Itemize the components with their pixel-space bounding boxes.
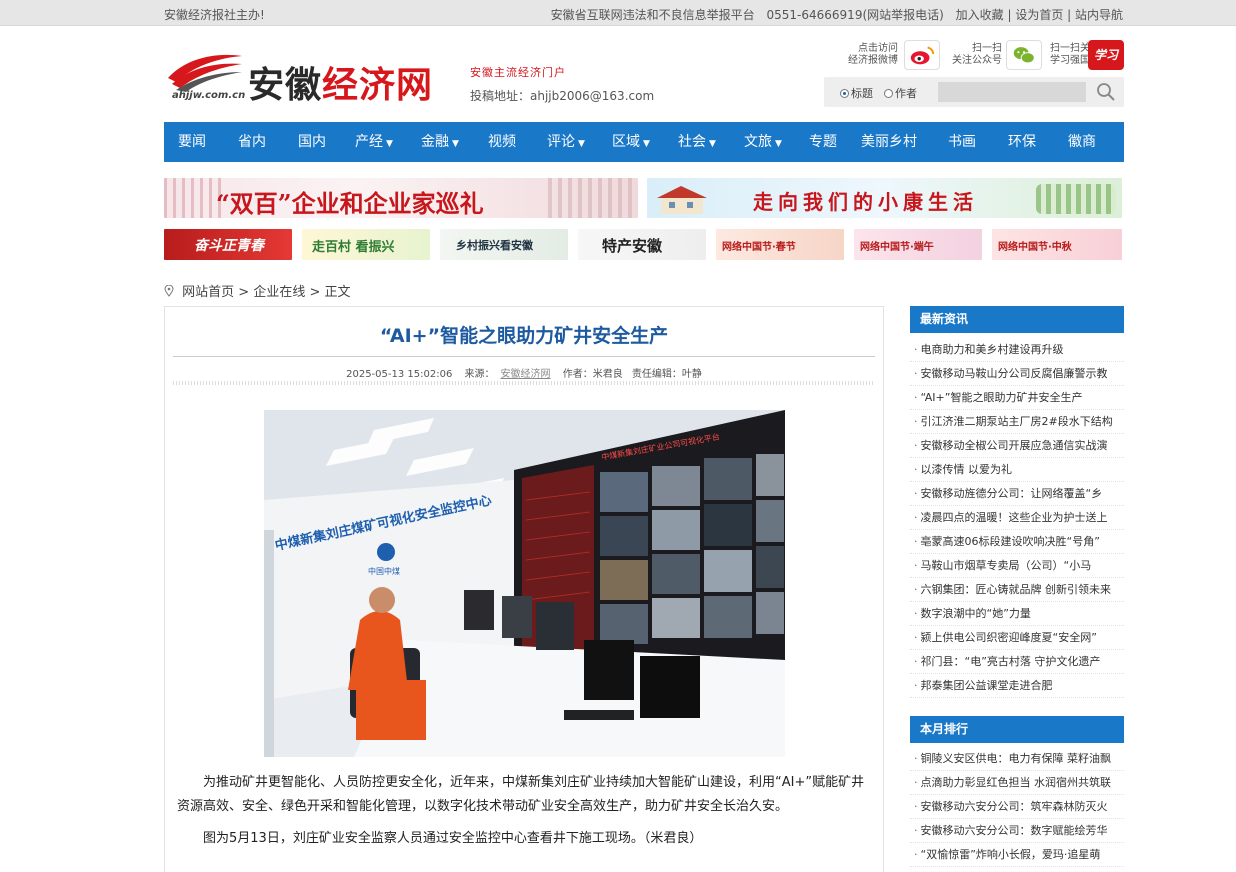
search-option-author[interactable]: 作者 [884, 85, 917, 101]
list-item[interactable]: 安徽移动旌德分公司：让网络覆盖“乡 [910, 482, 1124, 506]
banner-jie-chunjie[interactable]: 网络中国节·春节 [716, 229, 844, 260]
nav-item-yaowen[interactable]: 要闻 [164, 122, 220, 162]
list-item[interactable]: “AI+”智能之眼助力矿井安全生产 [910, 386, 1124, 410]
nav-item-guonei[interactable]: 国内 [284, 122, 340, 162]
wechat-icon[interactable] [1006, 40, 1042, 70]
submission-email: 投稿地址：ahjjb2006@163.com [470, 89, 655, 103]
breadcrumb-current: 正文 [324, 285, 351, 300]
site-slogan: 安徽主流经济门户 [470, 66, 566, 79]
article-title: “AI+”智能之眼助力矿井安全生产 [379, 325, 669, 347]
list-item[interactable]: 安徽移动六安分公司：筑牢森林防灭火 [910, 795, 1124, 819]
list-item[interactable]: 六钢集团：匠心铸就品牌 创新引领未来 [910, 578, 1124, 602]
breadcrumb-home[interactable]: 网站首页 [182, 285, 234, 300]
weibo-label: 点击访问 经济报微博 [848, 43, 898, 66]
sidebar-latest-title: 最新资讯 [910, 306, 1124, 333]
sidebar-monthly-title: 本月排行 [910, 716, 1124, 743]
banner-shuangbai[interactable]: “双百”企业和企业家巡礼 [164, 178, 638, 218]
article-paragraph-2: 图为5月13日，刘庄矿业安全监察人员通过安全监控中心查看井下施工现场。（米君良） [203, 831, 703, 846]
banner-jie-zhongqiu[interactable]: 网络中国节·中秋 [992, 229, 1122, 260]
list-item[interactable]: 数字浪潮中的“她”力量 [910, 602, 1124, 626]
location-pin-icon [164, 285, 174, 297]
logo-domain: ahjjw.com.cn [172, 90, 246, 101]
chevron-down-icon: ▼ [386, 139, 393, 149]
nav-item-huanbao[interactable]: 环保 [994, 122, 1050, 162]
top-bar: 安徽经济报社主办! 安徽省互联网违法和不良信息举报平台 0551-6466691… [0, 0, 1236, 26]
nav-item-shuhua[interactable]: 书画 [934, 122, 990, 162]
report-phone: 0551-64666919(网站举报电话) [766, 8, 944, 22]
logo-wing-icon [168, 54, 242, 92]
report-platform-link[interactable]: 安徽省互联网违法和不良信息举报平台 [551, 8, 755, 22]
nav-item-shipin[interactable]: 视频 [476, 122, 528, 162]
chevron-down-icon: ▼ [643, 139, 650, 149]
banner-xiangcun-zhenxing[interactable]: 乡村振兴看安徽 [440, 229, 568, 260]
nav-item-zhuanti[interactable]: 专题 [800, 122, 846, 162]
list-item[interactable]: 铜陵义安区供电：电力有保障 菜籽油飘 [910, 747, 1124, 771]
list-item[interactable]: 马鞍山市烟草专卖局（公司）“小马 [910, 554, 1124, 578]
list-item[interactable]: 安徽移动全椒公司开展应急通信实战演 [910, 434, 1124, 458]
banner-fendou-qingchun[interactable]: 奋斗正青春 [164, 229, 292, 260]
house-icon [657, 186, 707, 214]
nav-item-jinrong[interactable]: 金融 ▼ [410, 122, 470, 162]
banner-jie-duanwu[interactable]: 网络中国节·端午 [854, 229, 982, 260]
sidebar-monthly: 本月排行 铜陵义安区供电：电力有保障 菜籽油飘 点滴助力彰显红色担当 水润宿州共… [910, 716, 1124, 867]
site-header: 安徽经济网 ahjjw.com.cn 安徽主流经济门户 投稿地址：ahjjb20… [164, 36, 1124, 114]
nav-item-huishang[interactable]: 徽商 [1054, 122, 1110, 162]
article-meta: 2025-05-13 15:02:06 来源： 安徽经济网 作者：米君良 责任编辑… [346, 369, 702, 380]
nav-item-shehui[interactable]: 社会 ▼ [666, 122, 728, 162]
chevron-down-icon: ▼ [709, 139, 716, 149]
article-paragraph-1: 为推动矿井更智能化、人员防控更安全化，近年来，中煤新集刘庄矿业持续加大智能矿山建… [177, 775, 865, 814]
social-links: 点击访问 经济报微博 扫一扫 关注公众号 扫一扫关注 学习强国号 学习 [824, 40, 1124, 72]
favorite-home-nav-links[interactable]: 加入收藏 | 设为首页 | 站内导航 [956, 8, 1123, 22]
article-panel: “AI+”智能之眼助力矿井安全生产 2025-05-13 15:02:06 来源… [164, 306, 884, 872]
nav-item-wenlv[interactable]: 文旅 ▼ [732, 122, 794, 162]
host-notice: 安徽经济报社主办! [164, 8, 265, 22]
nav-item-quyu[interactable]: 区域 ▼ [600, 122, 662, 162]
list-item[interactable]: 安徽移动六安分公司：数字赋能绘芳华 [910, 819, 1124, 843]
list-item[interactable]: 亳蒙高速06标段建设吹响决胜“号角” [910, 530, 1124, 554]
nav-item-pinglun[interactable]: 评论 ▼ [536, 122, 596, 162]
list-item[interactable]: 以漆传情 以爱为礼 [910, 458, 1124, 482]
nav-item-chanjing[interactable]: 产经 ▼ [344, 122, 404, 162]
list-item[interactable]: 电商助力和美乡村建设再升级 [910, 338, 1124, 362]
article-photo: 中煤新集刘庄煤矿可视化安全监控中心 中国中煤 中煤新集刘庄矿业公司可视化平台 [264, 410, 785, 757]
chevron-down-icon: ▼ [452, 139, 459, 149]
article-author: 作者：米君良 [562, 369, 623, 380]
main-nav: 要闻 省内 国内 产经 ▼ 金融 ▼ 视频 评论 ▼ 区域 ▼ 社会 ▼ 文旅 ▼ 专题 美… [164, 122, 1124, 162]
list-item[interactable]: 颍上供电公司织密迎峰度夏“安全网” [910, 626, 1124, 650]
nav-item-meili-xiangcun[interactable]: 美丽乡村 [854, 122, 924, 162]
banner-xiaokang[interactable]: 走向我们的小康生活 [647, 178, 1122, 218]
sidebar-latest: 最新资讯 电商助力和美乡村建设再升级 安徽移动马鞍山分公司反腐倡廉警示教 “AI… [910, 306, 1124, 698]
list-item[interactable]: 点滴助力彰显红色担当 水润宿州共筑联 [910, 771, 1124, 795]
search-bar: 标题 作者 [824, 77, 1124, 107]
search-option-title[interactable]: 标题 [840, 85, 873, 101]
xuexi-badge-icon[interactable]: 学习 [1088, 40, 1124, 70]
list-item[interactable]: 凌晨四点的温暖！这些企业为护士送上 [910, 506, 1124, 530]
breadcrumb: 网站首页 > 企业在线 > 正文 [164, 281, 351, 300]
logo-name: 安徽经济网 [248, 64, 434, 106]
meta-divider [173, 381, 875, 385]
weibo-icon[interactable] [904, 40, 940, 70]
list-item[interactable]: 邦泰集团公益课堂走进合肥 [910, 674, 1124, 698]
article-editor: 责任编辑：叶静 [631, 369, 702, 380]
wechat-label: 扫一扫 关注公众号 [952, 43, 1002, 66]
article-datetime: 2025-05-13 15:02:06 [346, 369, 453, 380]
chevron-down-icon: ▼ [775, 139, 782, 149]
title-divider [173, 356, 875, 357]
breadcrumb-category[interactable]: 企业在线 [253, 285, 305, 300]
list-item[interactable]: 安徽移动马鞍山分公司反腐倡廉警示教 [910, 362, 1124, 386]
site-logo[interactable]: 安徽经济网 ahjjw.com.cn [164, 42, 454, 106]
article-source-link[interactable]: 安徽经济网 [501, 369, 551, 380]
chevron-down-icon: ▼ [578, 139, 585, 149]
search-icon[interactable] [1096, 82, 1116, 102]
banner-techan-anhui[interactable]: 特产安徽 [578, 229, 706, 260]
list-item[interactable]: 祁门县：“电”亮古村落 守护文化遗产 [910, 650, 1124, 674]
top-links: 安徽省互联网违法和不良信息举报平台 0551-64666919(网站举报电话) … [543, 6, 1123, 23]
banner-zou-baicun[interactable]: 走百村 看振兴 [302, 229, 430, 260]
list-item[interactable]: 引江济淮二期泵站主厂房2#段水下结构 [910, 410, 1124, 434]
nav-item-shengnei[interactable]: 省内 [224, 122, 280, 162]
list-item[interactable]: “双愉惊雷”炸响小长假，爱玛·追星萌 [910, 843, 1124, 867]
photo-wall-logo: 中国中煤 [368, 566, 400, 576]
search-input[interactable] [938, 82, 1086, 102]
